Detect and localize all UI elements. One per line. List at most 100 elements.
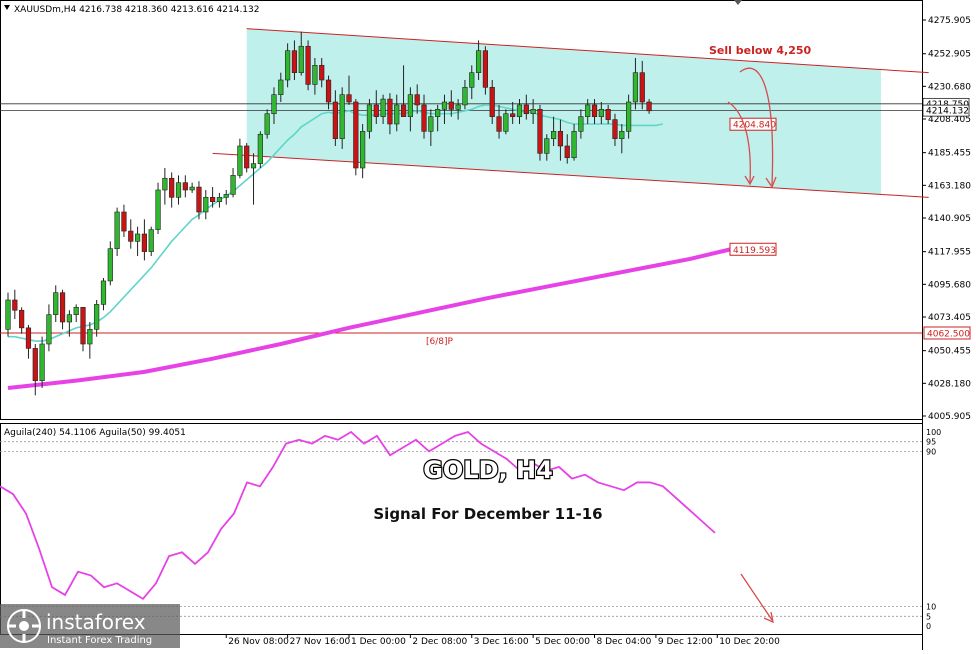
candle xyxy=(353,99,359,176)
y-tick-label: 4252.905 xyxy=(928,50,971,60)
candle-body-bear xyxy=(12,299,18,311)
candle-body-bear xyxy=(169,177,175,198)
instaforex-logo-icon xyxy=(7,609,41,643)
price-label-text: 4062.500 xyxy=(927,329,970,339)
oscillator-level-label: 95 xyxy=(926,438,936,447)
price-label-text: 4214.132 xyxy=(926,107,969,117)
candle-body-bull xyxy=(619,131,625,139)
candle-body-bull xyxy=(278,79,284,95)
overlay-subtitle: Signal For December 11-16 xyxy=(373,505,602,523)
candle xyxy=(141,219,148,261)
candle-body-bear xyxy=(325,79,332,103)
candle-body-bear xyxy=(32,348,38,381)
candle xyxy=(305,40,311,91)
oscillator-line xyxy=(0,430,716,601)
candle-body-bear xyxy=(639,72,645,103)
arrow-oscillator xyxy=(740,573,773,621)
y-tick-label: 4028.180 xyxy=(928,379,971,389)
x-tick-label: 8 Dec 04:00 xyxy=(597,637,652,647)
candle-body-bull xyxy=(407,94,413,117)
y-tick-label: 4230.680 xyxy=(928,82,971,92)
candle-body-bull xyxy=(189,186,195,191)
oscillator-level-label: 100 xyxy=(926,428,941,437)
candle xyxy=(94,299,100,337)
candle-body-bull xyxy=(73,307,79,315)
candle xyxy=(223,189,229,205)
overlay-title: GOLD, H4 xyxy=(423,456,553,484)
candle xyxy=(121,204,127,237)
candle-body-bull xyxy=(516,104,523,117)
candle xyxy=(244,143,250,173)
trading-chart-window: 4275.905 4252.905 4230.680 4208.405 4185.455… xyxy=(0,0,976,650)
candle xyxy=(264,109,270,139)
candle-body-bear xyxy=(128,230,134,242)
candle-body-bear xyxy=(387,98,393,125)
candle-body-bull xyxy=(530,109,536,115)
candle-body-bull xyxy=(503,113,509,132)
candle-body-bull xyxy=(5,299,11,330)
candle-body-bull xyxy=(264,113,270,135)
candle-body-bull xyxy=(162,177,168,191)
symbol-dropdown-icon[interactable] xyxy=(4,5,10,10)
y-tick-label: 4050.455 xyxy=(928,347,971,357)
candle xyxy=(128,219,134,249)
indicator-header: Aguila(240) 54.1106 Aguila(50) 99.4051 xyxy=(4,428,186,438)
y-tick-label: 4185.455 xyxy=(928,149,971,159)
oscillator-level-label: 10 xyxy=(926,603,936,612)
y-tick-label: 4117.955 xyxy=(928,248,971,258)
candle-body-bull xyxy=(441,101,448,110)
price-label-ma_slow: 4119.593 xyxy=(729,242,777,256)
candle-body-bull xyxy=(230,175,236,195)
oscillator-level-label: 5 xyxy=(926,612,931,621)
x-tick-label: 10 Dec 20:00 xyxy=(719,637,780,647)
price-label-last: 4214.132 xyxy=(922,104,970,117)
candle-body-bull xyxy=(366,104,373,132)
price-label-text: 4204.840 xyxy=(733,121,776,131)
candle-body-bull xyxy=(114,211,120,249)
candle-body-bear xyxy=(332,101,338,139)
y-tick-label: 4095.680 xyxy=(928,280,971,290)
shift-marker-icon[interactable] xyxy=(734,0,742,5)
candle-body-bull xyxy=(475,50,482,73)
candle-body-bull xyxy=(216,197,223,203)
candle-body-bear xyxy=(182,182,188,191)
candle xyxy=(53,285,59,322)
candle-body-bull xyxy=(298,45,304,73)
candle-body-bear xyxy=(244,145,250,169)
candle-body-bull xyxy=(428,116,434,132)
candle xyxy=(39,336,45,388)
candle-body-bear xyxy=(19,309,25,329)
candle-body-bear xyxy=(510,113,516,117)
candle-body-bear xyxy=(421,104,427,132)
candle-body-bear xyxy=(346,94,352,103)
candle-body-bear xyxy=(25,327,32,349)
candle-body-bull xyxy=(571,131,577,159)
candle xyxy=(5,292,11,337)
candle xyxy=(250,153,257,205)
candle xyxy=(32,343,38,396)
candle xyxy=(100,277,107,311)
candle-body-bull xyxy=(39,343,45,381)
candle-body-bull xyxy=(257,133,263,164)
candle xyxy=(134,226,141,256)
x-tick-label: 2 Dec 08:00 xyxy=(412,637,467,647)
candle xyxy=(189,182,195,193)
candle-body-bull xyxy=(250,163,257,169)
candle xyxy=(87,321,93,359)
y-tick-label: 4073.405 xyxy=(928,313,971,323)
x-tick-label: 9 Dec 12:00 xyxy=(658,637,713,647)
candle-body-bear xyxy=(591,104,598,117)
arrow-head-oscillator xyxy=(763,611,774,624)
y-tick-label: 4005.905 xyxy=(928,412,971,422)
price-label-text: 4119.593 xyxy=(733,246,776,256)
candle-body-bear xyxy=(373,104,379,117)
candle-body-bull xyxy=(585,104,591,117)
chart-canvas: 4275.9054252.9054230.6804208.4054185.455… xyxy=(0,0,971,650)
candle xyxy=(537,104,543,161)
candle-body-bear xyxy=(196,186,202,213)
candle-body-bull xyxy=(380,98,386,117)
candle xyxy=(114,207,120,256)
candle-body-bull xyxy=(360,131,366,169)
candle-body-bull xyxy=(598,109,604,117)
candle-body-bear xyxy=(448,101,454,110)
